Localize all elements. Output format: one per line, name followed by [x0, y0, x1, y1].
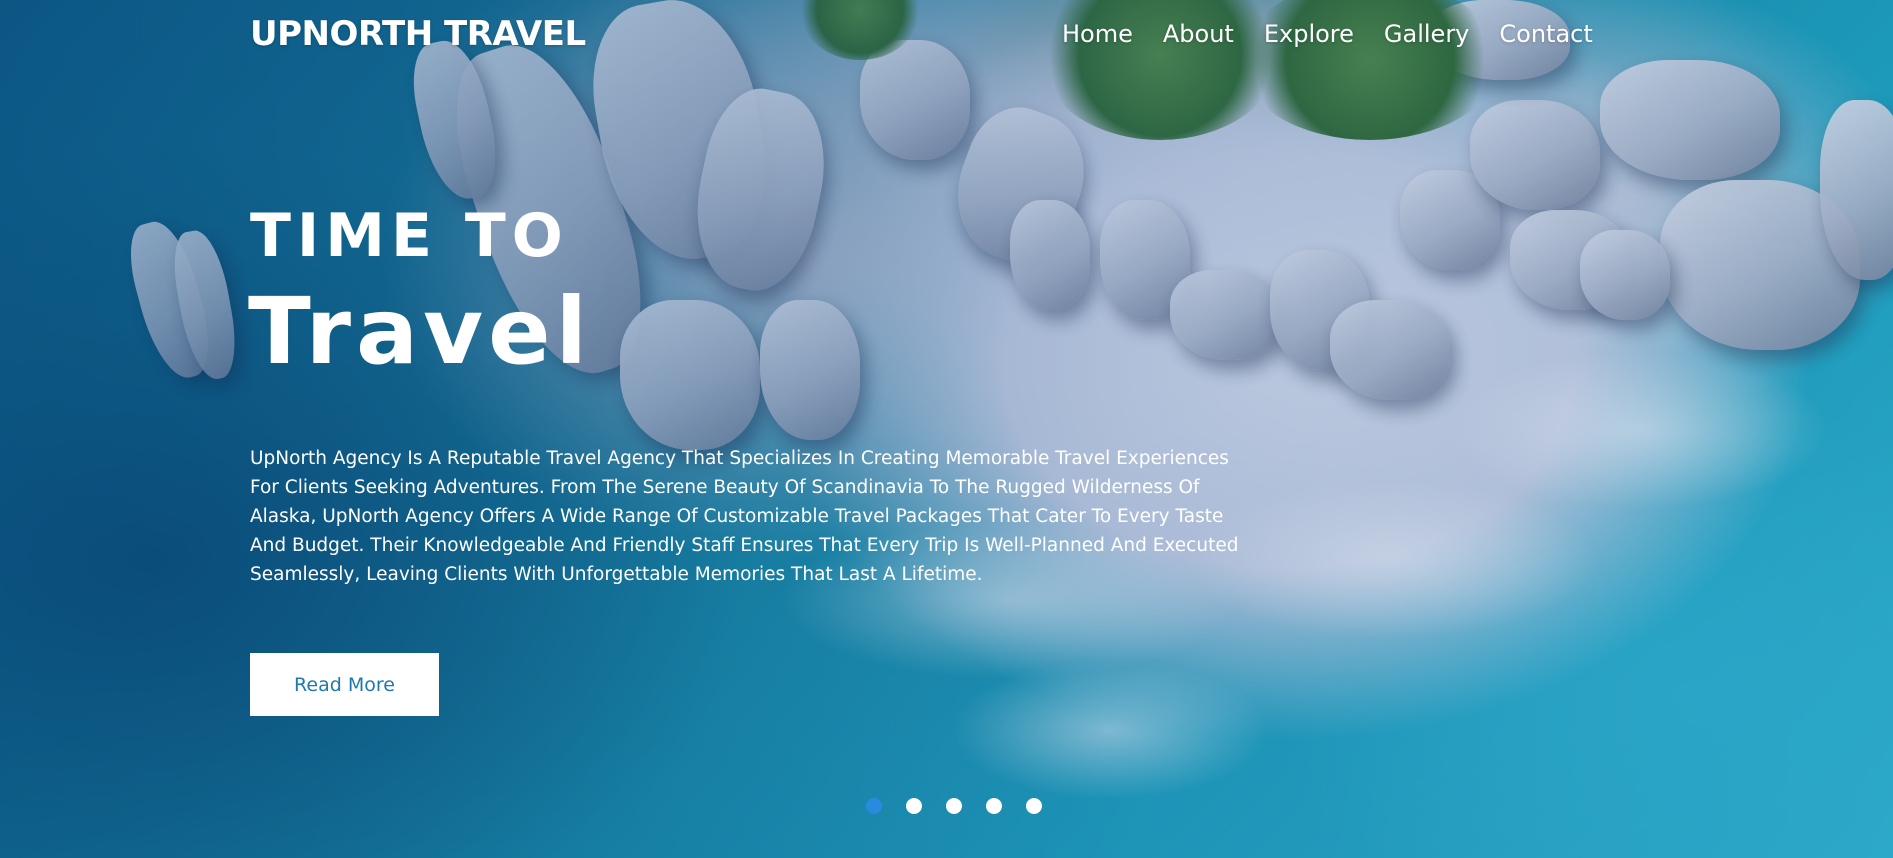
hero-description: UpNorth Agency Is A Reputable Travel Age… [250, 448, 1239, 585]
nav-explore[interactable]: Explore [1264, 20, 1354, 48]
slider-dots [866, 798, 1042, 814]
hero-kicker: TIME TO [250, 201, 569, 271]
nav-home[interactable]: Home [1062, 20, 1133, 48]
nav-contact[interactable]: Contact [1499, 20, 1592, 48]
hero-title: Travel [248, 278, 593, 385]
nav-gallery[interactable]: Gallery [1384, 20, 1469, 48]
read-more-button[interactable]: Read More [250, 653, 439, 716]
hero-overlay [0, 0, 1893, 858]
slider-dot-2[interactable] [906, 798, 922, 814]
site-header: UPNORTH TRAVEL Home About Explore Galler… [250, 14, 1893, 64]
nav-about[interactable]: About [1163, 20, 1234, 48]
slider-dot-3[interactable] [946, 798, 962, 814]
brand-logo[interactable]: UPNORTH TRAVEL [250, 14, 586, 54]
slider-dot-1[interactable] [866, 798, 882, 814]
main-nav: Home About Explore Gallery Contact [1062, 20, 1623, 48]
slider-dot-5[interactable] [1026, 798, 1042, 814]
slider-dot-4[interactable] [986, 798, 1002, 814]
